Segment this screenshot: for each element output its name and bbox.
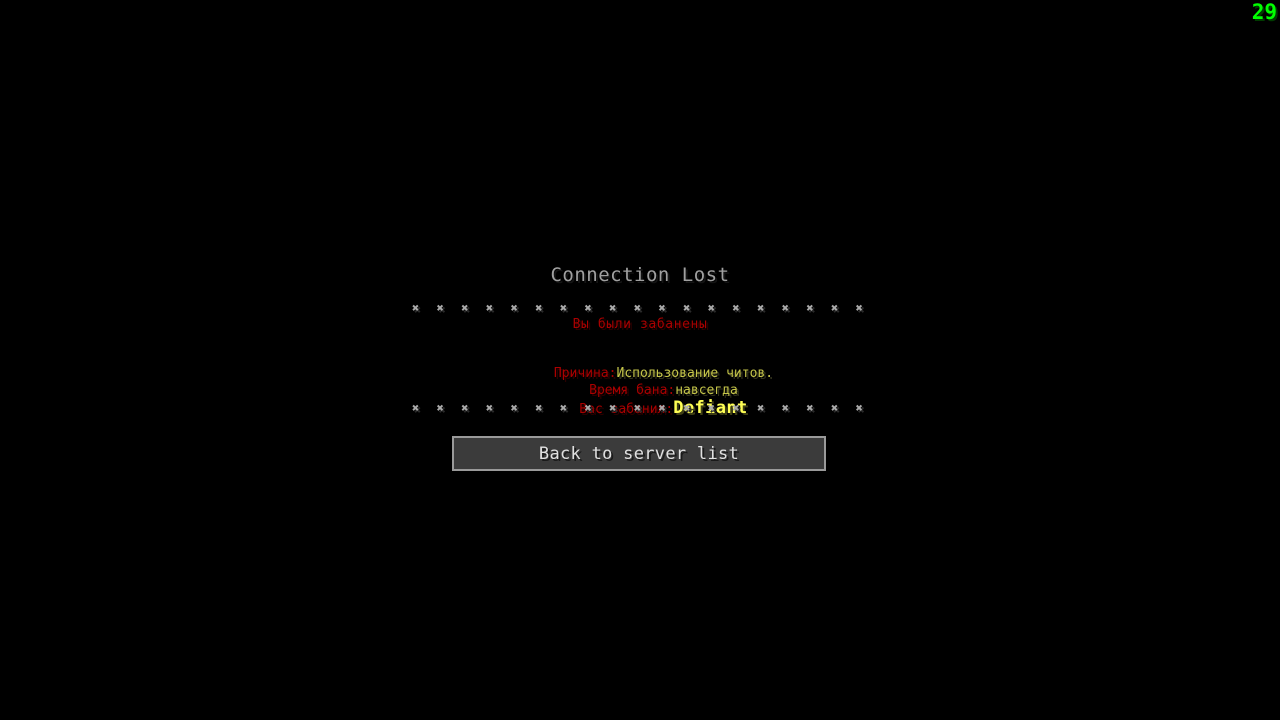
disconnect-screen: Connection Lost ✖ ✖ ✖ ✖ ✖ ✖ ✖ ✖ ✖ ✖ ✖ ✖ … — [0, 0, 1280, 720]
separator-line-top: ✖ ✖ ✖ ✖ ✖ ✖ ✖ ✖ ✖ ✖ ✖ ✖ ✖ ✖ ✖ ✖ ✖ ✖ ✖ — [411, 301, 868, 315]
page-title: Connection Lost — [550, 264, 730, 286]
separator-line-bottom: ✖ ✖ ✖ ✖ ✖ ✖ ✖ ✖ ✖ ✖ ✖ ✖ ✖ ✖ ✖ ✖ ✖ ✖ ✖ — [411, 400, 868, 415]
ban-duration-label: Время бана: — [589, 382, 676, 398]
ban-reason-value: Использование читов. — [616, 366, 774, 382]
back-to-server-list-button[interactable]: Back to server list — [452, 436, 826, 471]
ban-reason-line: Причина:Использование читов. — [0, 350, 1280, 381]
ban-reason-label: Причина: — [553, 366, 617, 382]
ban-duration-value: навсегда — [675, 382, 738, 398]
banned-notice: Вы были забанены — [572, 316, 708, 332]
disconnect-reason-block: ✖ ✖ ✖ ✖ ✖ ✖ ✖ ✖ ✖ ✖ ✖ ✖ ✖ ✖ ✖ ✖ ✖ ✖ ✖ Вы… — [0, 300, 1280, 417]
